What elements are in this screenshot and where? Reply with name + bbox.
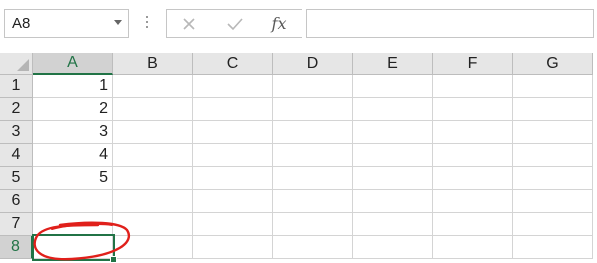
row-header-4[interactable]: 4 — [0, 144, 33, 167]
cell-b8[interactable] — [113, 236, 193, 259]
cell-c7[interactable] — [193, 213, 273, 236]
formula-buttons: fx — [166, 9, 302, 38]
select-all-icon — [17, 59, 29, 71]
cell-f4[interactable] — [433, 144, 513, 167]
cell-b2[interactable] — [113, 98, 193, 121]
cell-d2[interactable] — [273, 98, 353, 121]
cell-g8[interactable] — [513, 236, 593, 259]
cell-c1[interactable] — [193, 75, 273, 98]
cell-c3[interactable] — [193, 121, 273, 144]
cell-a6[interactable] — [33, 190, 113, 213]
cell-f7[interactable] — [433, 213, 513, 236]
cell-e7[interactable] — [353, 213, 433, 236]
cell-a2[interactable]: 2 — [33, 98, 113, 121]
function-label: fx — [271, 14, 287, 33]
cell-e8[interactable] — [353, 236, 433, 259]
cell-a3[interactable]: 3 — [33, 121, 113, 144]
cell-f1[interactable] — [433, 75, 513, 98]
cell-c4[interactable] — [193, 144, 273, 167]
cell-a1[interactable]: 1 — [33, 75, 113, 98]
cell-b7[interactable] — [113, 213, 193, 236]
name-box-value: A8 — [12, 15, 31, 32]
cell-g2[interactable] — [513, 98, 593, 121]
cell-d5[interactable] — [273, 167, 353, 190]
select-all-button[interactable] — [0, 53, 33, 75]
cell-d6[interactable] — [273, 190, 353, 213]
row-header-7[interactable]: 7 — [0, 213, 33, 236]
column-header-c[interactable]: C — [193, 53, 273, 75]
drag-handle-icon[interactable] — [144, 16, 150, 34]
cell-g7[interactable] — [513, 213, 593, 236]
cell-b5[interactable] — [113, 167, 193, 190]
cell-c2[interactable] — [193, 98, 273, 121]
column-header-g[interactable]: G — [513, 53, 593, 75]
cell-d8[interactable] — [273, 236, 353, 259]
row-header-8[interactable]: 8 — [0, 236, 33, 259]
row-header-3[interactable]: 3 — [0, 121, 33, 144]
row-header-2[interactable]: 2 — [0, 98, 33, 121]
cell-b3[interactable] — [113, 121, 193, 144]
cell-b4[interactable] — [113, 144, 193, 167]
cell-c6[interactable] — [193, 190, 273, 213]
cell-g1[interactable] — [513, 75, 593, 98]
fill-handle[interactable] — [110, 256, 117, 263]
column-header-f[interactable]: F — [433, 53, 513, 75]
cell-e3[interactable] — [353, 121, 433, 144]
cell-g3[interactable] — [513, 121, 593, 144]
cell-b1[interactable] — [113, 75, 193, 98]
cell-a5[interactable]: 5 — [33, 167, 113, 190]
cell-e1[interactable] — [353, 75, 433, 98]
cell-e4[interactable] — [353, 144, 433, 167]
cell-f2[interactable] — [433, 98, 513, 121]
close-icon[interactable] — [169, 10, 209, 37]
cell-a8[interactable] — [33, 236, 113, 259]
cell-a7[interactable] — [33, 213, 113, 236]
row-header-1[interactable]: 1 — [0, 75, 33, 98]
cell-b6[interactable] — [113, 190, 193, 213]
column-header-a[interactable]: A — [33, 53, 113, 75]
row-header-6[interactable]: 6 — [0, 190, 33, 213]
cell-a4[interactable]: 4 — [33, 144, 113, 167]
column-header-d[interactable]: D — [273, 53, 353, 75]
cell-c8[interactable] — [193, 236, 273, 259]
cell-d3[interactable] — [273, 121, 353, 144]
cell-e6[interactable] — [353, 190, 433, 213]
cell-g6[interactable] — [513, 190, 593, 213]
formula-bar-area: A8 fx — [0, 0, 597, 49]
row-header-5[interactable]: 5 — [0, 167, 33, 190]
cell-d4[interactable] — [273, 144, 353, 167]
cell-f5[interactable] — [433, 167, 513, 190]
column-header-b[interactable]: B — [113, 53, 193, 75]
cell-g5[interactable] — [513, 167, 593, 190]
name-box[interactable]: A8 — [4, 9, 129, 38]
check-icon[interactable] — [215, 10, 255, 37]
cell-f6[interactable] — [433, 190, 513, 213]
column-header-e[interactable]: E — [353, 53, 433, 75]
insert-function-button[interactable]: fx — [259, 10, 299, 37]
cell-g4[interactable] — [513, 144, 593, 167]
cell-f3[interactable] — [433, 121, 513, 144]
formula-input[interactable] — [306, 9, 594, 38]
chevron-down-icon[interactable] — [114, 20, 122, 25]
cell-c5[interactable] — [193, 167, 273, 190]
cell-e2[interactable] — [353, 98, 433, 121]
cell-f8[interactable] — [433, 236, 513, 259]
cell-e5[interactable] — [353, 167, 433, 190]
cell-d1[interactable] — [273, 75, 353, 98]
cell-d7[interactable] — [273, 213, 353, 236]
